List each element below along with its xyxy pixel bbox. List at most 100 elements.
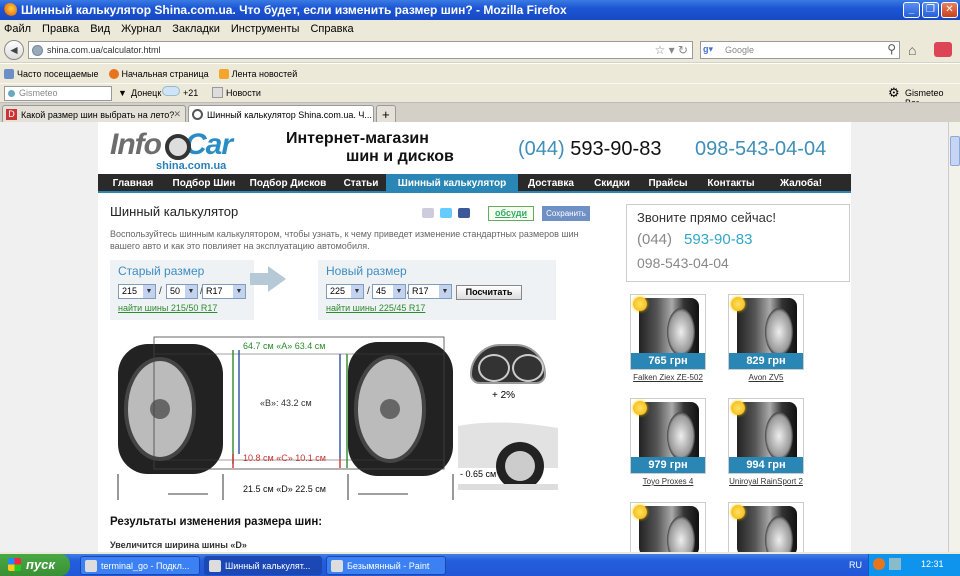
clock: 12:31	[921, 559, 944, 569]
addon-icon[interactable]	[934, 42, 952, 57]
product-card[interactable]: 979 грн	[630, 398, 706, 474]
summer-sun-icon	[731, 297, 745, 311]
product-card[interactable]	[630, 502, 706, 552]
header-phone: (044) 593-90-83	[518, 138, 662, 160]
close-button[interactable]: ✕	[941, 2, 958, 18]
navigation-toolbar: ◄ shina.com.ua/calculator.html ☆ ▾ ↻ g▾ …	[0, 37, 960, 63]
old-radius-select[interactable]: R17	[202, 284, 246, 299]
back-button[interactable]: ◄	[4, 40, 24, 60]
taskbar-item-paint[interactable]: Безымянный - Paint	[326, 556, 446, 575]
menu-history[interactable]: Журнал	[121, 23, 161, 35]
old-size-link[interactable]: найти шины 215/50 R17	[118, 303, 217, 313]
tire-diagram	[117, 336, 454, 500]
gear-icon[interactable]: ⚙	[888, 85, 900, 101]
url-bar[interactable]: shina.com.ua/calculator.html ☆ ▾ ↻	[28, 41, 693, 59]
nav-contacts[interactable]: Контакты	[696, 174, 766, 191]
twitter-share-icon[interactable]	[440, 208, 452, 218]
new-profile-select[interactable]: 45	[372, 284, 406, 299]
calculate-button[interactable]: Посчитать	[456, 285, 522, 300]
product-card[interactable]	[728, 502, 804, 552]
product-name-link[interactable]: Falken Ziex ZE-502	[618, 373, 718, 382]
minimize-button[interactable]: _	[903, 2, 920, 18]
product-price: 994 грн	[729, 457, 803, 473]
bookmark-news-feed[interactable]: Лента новостей	[218, 68, 297, 79]
new-size-box: Новый размер 225 / 45 / R17 Посчитать на…	[318, 260, 556, 320]
new-radius-select[interactable]: R17	[408, 284, 452, 299]
tab-calculator[interactable]: Шинный калькулятор Shina.com.ua. Ч...	[188, 105, 374, 123]
maximize-button[interactable]: ❐	[922, 2, 939, 18]
nav-tires[interactable]: Подбор Шин	[168, 174, 240, 191]
email-share-icon[interactable]	[422, 208, 434, 218]
nav-disks[interactable]: Подбор Дисков	[240, 174, 336, 191]
new-size-label: Новый размер	[326, 264, 407, 278]
nav-complaint[interactable]: Жалоба!	[766, 174, 836, 191]
call-box: Звоните прямо сейчас! (044) 593-90-83 098…	[626, 204, 850, 282]
vertical-scrollbar[interactable]	[948, 122, 960, 552]
nav-delivery[interactable]: Доставка	[518, 174, 584, 191]
menu-view[interactable]: Вид	[90, 23, 110, 35]
home-icon[interactable]: ⌂	[908, 42, 916, 58]
menu-edit[interactable]: Правка	[42, 23, 79, 35]
bookmarks-bar: Часто посещаемые Начальная страница Лент…	[0, 64, 960, 83]
search-input[interactable]: g▾ Google ⚲	[700, 41, 900, 59]
news-icon	[212, 87, 223, 98]
product-name-link[interactable]: Avon ZV5	[716, 373, 816, 382]
speedometer-icon	[470, 344, 546, 384]
close-tab-icon[interactable]: ✕	[173, 109, 181, 120]
old-size-label: Старый размер	[118, 264, 205, 278]
taskbar-item-firefox[interactable]: Шинный калькулят...	[204, 556, 322, 575]
new-width-select[interactable]: 225	[326, 284, 364, 299]
dimension-a-label: 64.7 см «A» 63.4 см	[243, 341, 326, 351]
gismeteo-news[interactable]: Новости	[226, 88, 261, 98]
old-width-select[interactable]: 215	[118, 284, 156, 299]
product-card[interactable]: 765 грн	[630, 294, 706, 370]
discuss-button[interactable]: обсуди	[488, 206, 534, 221]
google-icon: g▾	[703, 44, 714, 54]
firefox-tray-icon[interactable]	[873, 558, 885, 570]
nav-discounts[interactable]: Скидки	[584, 174, 640, 191]
product-price: 829 грн	[729, 353, 803, 369]
nav-articles[interactable]: Статьи	[336, 174, 386, 191]
bookmark-most-visited[interactable]: Часто посещаемые	[4, 68, 99, 79]
nav-prices[interactable]: Прайсы	[640, 174, 696, 191]
search-icon[interactable]: ⚲	[887, 42, 896, 56]
language-indicator[interactable]: RU	[849, 560, 862, 570]
product-name-link[interactable]: Uniroyal RainSport 2	[716, 477, 816, 486]
menu-bookmarks[interactable]: Закладки	[172, 23, 220, 35]
taskbar-item-terminal[interactable]: terminal_go - Подкл...	[80, 556, 200, 575]
old-profile-select[interactable]: 50	[166, 284, 198, 299]
tire-image	[737, 506, 797, 552]
product-card[interactable]: 829 грн	[728, 294, 804, 370]
tab-tire-size[interactable]: D Какой размер шин выбрать на лето? ✕	[2, 105, 186, 123]
call-phone: (044) 593-90-83	[637, 231, 753, 248]
nav-home[interactable]: Главная	[98, 174, 168, 191]
menu-tools[interactable]: Инструменты	[231, 23, 300, 35]
bookmark-start-page[interactable]: Начальная страница	[108, 68, 209, 79]
new-size-link[interactable]: найти шины 225/45 R17	[326, 303, 425, 313]
gismeteo-city[interactable]: Донецк	[131, 88, 161, 98]
dropdown-arrow-icon[interactable]: ▼	[118, 88, 127, 98]
site-logo[interactable]: Info Car shina.com.ua	[110, 128, 278, 172]
network-tray-icon[interactable]	[889, 558, 901, 570]
firefox-icon	[108, 68, 119, 79]
menu-help[interactable]: Справка	[310, 23, 353, 35]
speed-change-label: + 2%	[492, 390, 516, 401]
new-tab-button[interactable]: +	[376, 105, 396, 123]
facebook-share-icon[interactable]	[458, 208, 470, 218]
page-container: Info Car shina.com.ua Интернет-магазин ши…	[98, 122, 851, 552]
nav-calculator[interactable]: Шинный калькулятор	[386, 174, 518, 191]
star-reload-icons[interactable]: ☆ ▾ ↻	[654, 43, 688, 57]
start-button[interactable]: пуск	[0, 554, 70, 576]
product-name-link[interactable]: Toyo Proxes 4	[618, 477, 718, 486]
tab-bar: D Какой размер шин выбрать на лето? ✕ Ши…	[0, 102, 960, 123]
summer-sun-icon	[633, 297, 647, 311]
clearance-label: - 0.65 см	[460, 469, 497, 479]
dimension-c-label: 10.8 см «C» 10.1 см	[243, 453, 326, 463]
menu-file[interactable]: Файл	[4, 23, 31, 35]
scrollbar-thumb[interactable]	[950, 136, 960, 166]
product-card[interactable]: 994 грн	[728, 398, 804, 474]
bookmark-icon	[4, 68, 14, 79]
save-button[interactable]: Сохранить	[542, 206, 590, 221]
gismeteo-input[interactable]: Gismeteo	[4, 86, 112, 101]
arrow-right-icon	[250, 273, 270, 285]
